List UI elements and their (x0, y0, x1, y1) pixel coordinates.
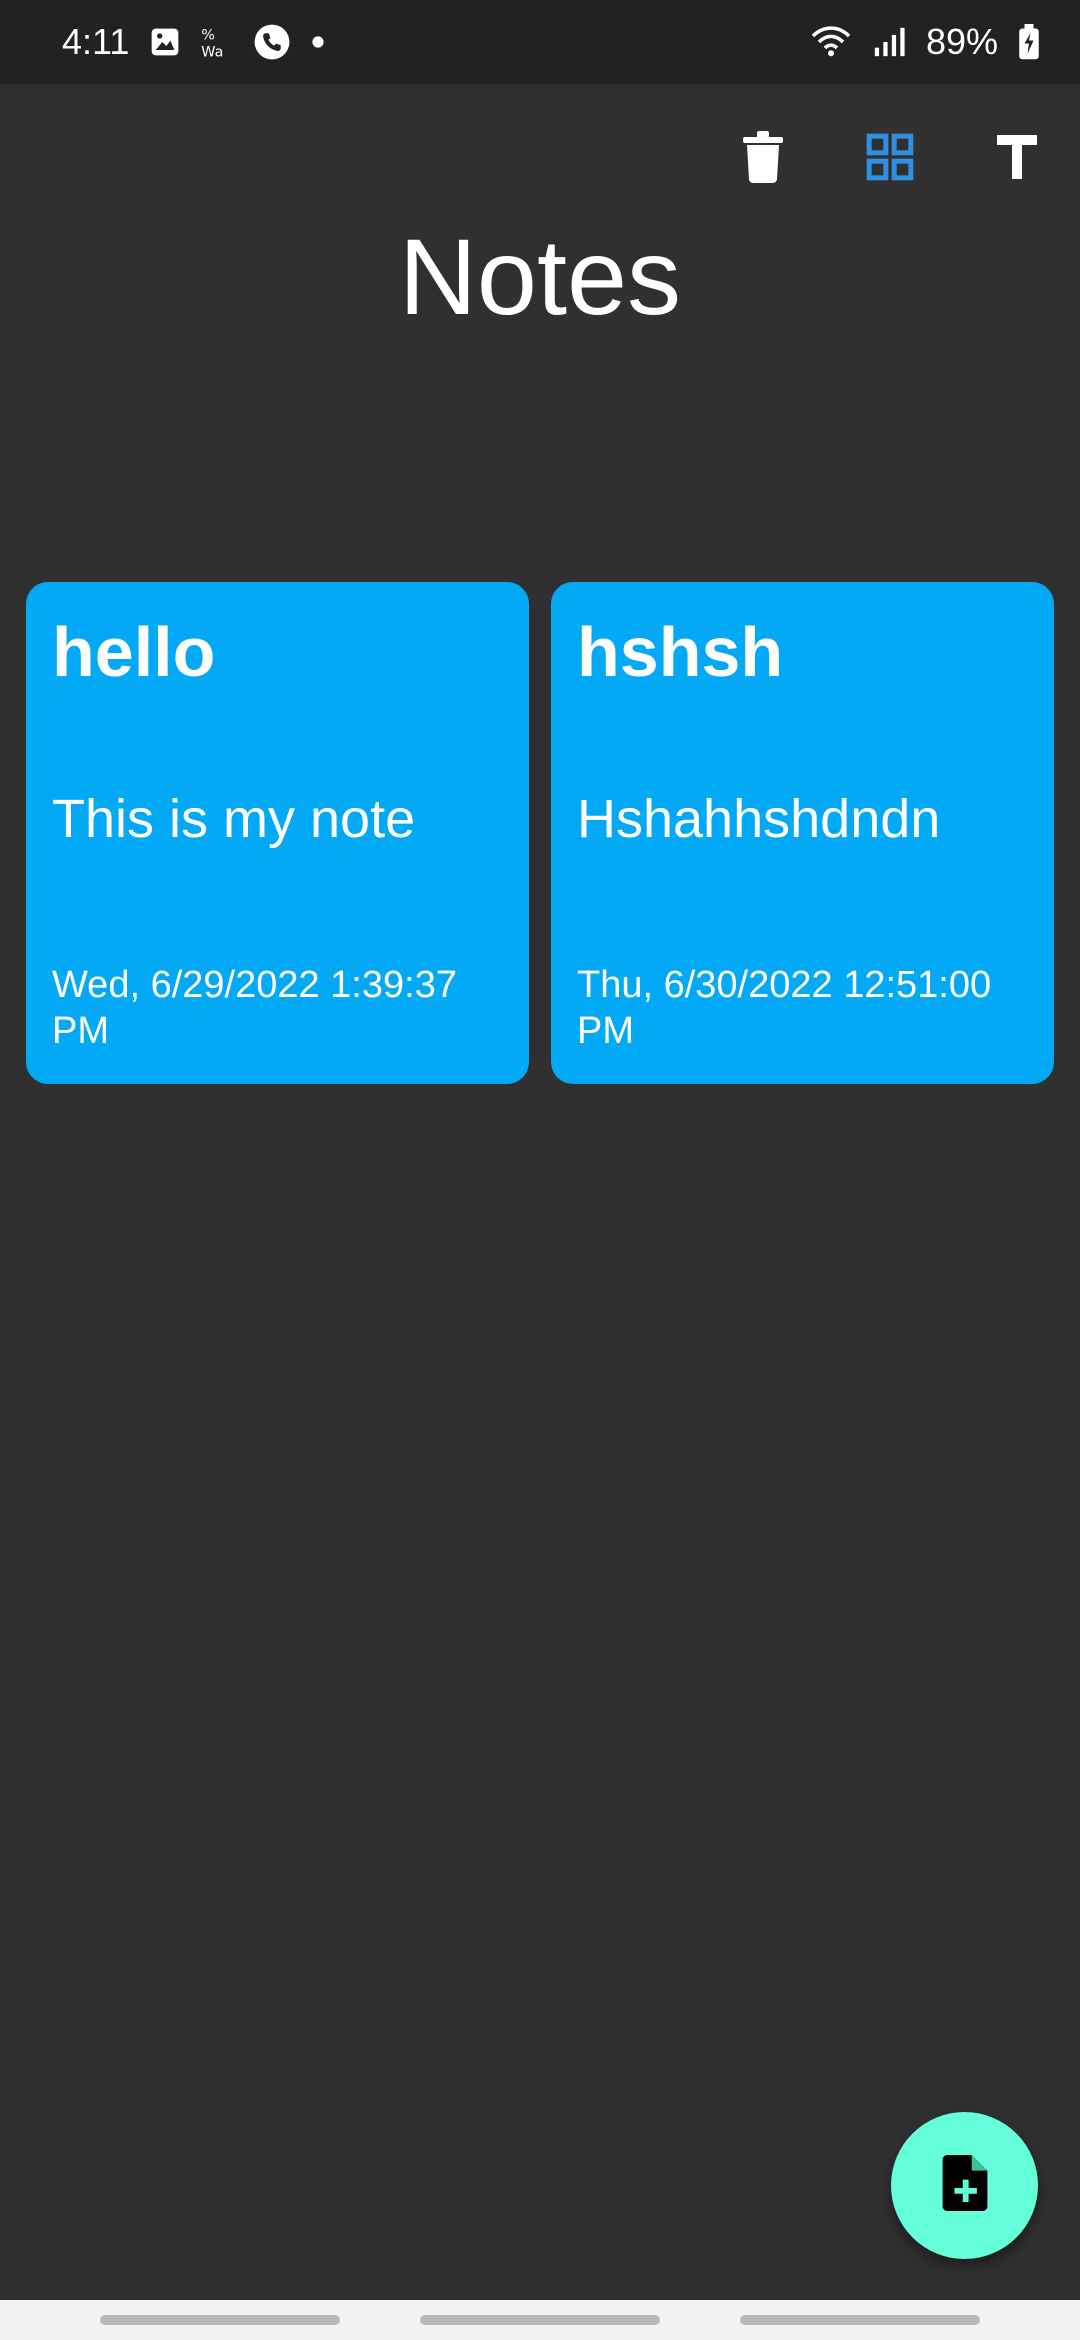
dot-icon (311, 35, 325, 49)
trash-icon (742, 130, 783, 188)
note-body: Hshahhshdndn (577, 789, 941, 849)
grid-view-button[interactable] (826, 114, 953, 204)
note-card[interactable]: hello This is my note Wed, 6/29/2022 1:3… (26, 582, 529, 1084)
svg-text:Wa: Wa (202, 44, 224, 59)
wa-status-icon: % Wa (201, 25, 233, 59)
notes-grid: hello This is my note Wed, 6/29/2022 1:3… (26, 582, 1054, 1084)
add-note-icon (942, 2155, 988, 2216)
signal-icon (872, 25, 906, 59)
note-card[interactable]: hshsh Hshahhshdndn Thu, 6/30/2022 12:51:… (551, 582, 1054, 1084)
note-body: This is my note (52, 789, 416, 849)
grid-view-icon (865, 132, 915, 187)
battery-percent: 89% (925, 21, 998, 62)
status-bar-left: 4:11 % Wa (62, 21, 325, 63)
status-bar-right: 89% (810, 21, 1040, 63)
navigation-bar (0, 2300, 1080, 2340)
status-bar: 4:11 % Wa 89% (0, 0, 1080, 84)
note-title: hello (52, 613, 216, 691)
delete-button[interactable] (699, 114, 826, 204)
note-date: Thu, 6/30/2022 12:51:00 PM (577, 964, 992, 1052)
note-date: Wed, 6/29/2022 1:39:37 PM (52, 964, 457, 1052)
nav-recents-handle[interactable] (100, 2315, 340, 2325)
phone-call-icon (253, 23, 291, 61)
add-note-button[interactable] (891, 2112, 1038, 2259)
nav-home-handle[interactable] (420, 2315, 660, 2325)
page-title: Notes (398, 216, 682, 337)
toolbar (699, 114, 1080, 204)
notes-app: Notes hello This is my note Wed, 6/29/20… (0, 84, 1080, 2300)
status-time: 4:11 (62, 21, 130, 62)
text-format-icon (996, 134, 1037, 184)
image-icon (149, 26, 181, 58)
svg-text:%: % (202, 27, 216, 43)
note-title: hshsh (577, 613, 784, 691)
battery-charging-icon (1018, 24, 1040, 60)
nav-back-handle[interactable] (740, 2315, 980, 2325)
wifi-icon (810, 24, 852, 60)
text-format-button[interactable] (953, 114, 1080, 204)
